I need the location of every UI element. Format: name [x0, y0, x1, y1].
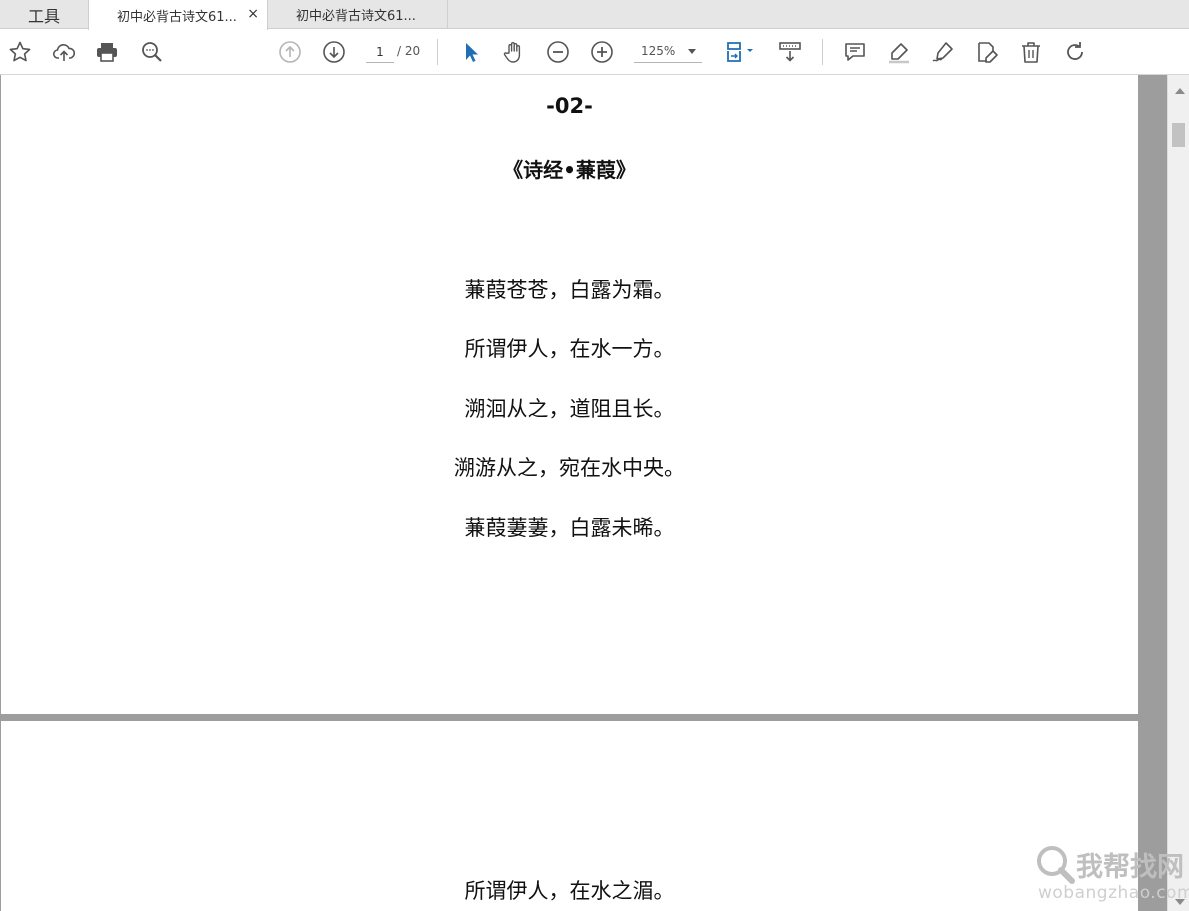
page-total: / 20 — [397, 44, 421, 58]
previous-page-icon[interactable] — [276, 38, 304, 66]
poem-verse: 溯洄从之，道阻且长。 — [464, 397, 675, 421]
tab-bar: 工具 初中必背古诗文61... × 初中必背古诗文61... — [0, 0, 1189, 30]
tab-document-second[interactable]: 初中必背古诗文61... — [268, 0, 448, 29]
next-page-icon[interactable] — [320, 38, 348, 66]
fit-page-icon[interactable] — [722, 38, 758, 66]
trash-icon[interactable] — [1017, 38, 1045, 66]
watermark-cn: 我帮找网 — [1076, 852, 1184, 883]
poem-verse: 所谓伊人，在水一方。 — [464, 337, 675, 361]
tab-label: 初中必背古诗文61... — [296, 9, 416, 24]
poem-title: 《诗经•蒹葭》 — [503, 158, 636, 182]
toolbar-divider — [822, 39, 823, 65]
page-number-input[interactable] — [366, 41, 394, 63]
chevron-down-icon — [688, 49, 696, 54]
zoom-select[interactable]: 125% — [634, 41, 702, 63]
magnifier-watermark-icon — [1037, 846, 1075, 884]
poem-verse: 蒹葭萋萋，白露未晞。 — [464, 516, 675, 540]
edit-document-icon[interactable] — [973, 38, 1001, 66]
document-page: 所谓伊人，在水之湄。 — [1, 721, 1138, 911]
pen-draw-icon[interactable] — [929, 38, 957, 66]
watermark: 我帮找网 wobangzhao.com — [1034, 843, 1189, 907]
tab-tools[interactable]: 工具 — [0, 0, 88, 29]
document-page: -02- 《诗经•蒹葭》 蒹葭苍苍，白露为霜。 所谓伊人，在水一方。 溯洄从之，… — [1, 75, 1138, 714]
zoom-out-icon[interactable] — [544, 38, 572, 66]
vertical-scrollbar[interactable] — [1167, 75, 1189, 911]
scroll-up-icon[interactable] — [1175, 88, 1185, 94]
page-number-heading: -02- — [546, 94, 593, 118]
highlighter-icon[interactable] — [885, 38, 913, 66]
print-icon[interactable] — [93, 38, 121, 66]
search-zoom-icon[interactable] — [138, 38, 166, 66]
hand-tool-icon[interactable] — [500, 38, 528, 66]
toolbar-divider — [437, 39, 438, 65]
tab-label: 初中必背古诗文61... — [117, 9, 237, 25]
watermark-en: wobangzhao.com — [1038, 883, 1189, 903]
poem-verse: 蒹葭苍苍，白露为霜。 — [464, 278, 675, 302]
rotate-icon[interactable] — [1061, 38, 1089, 66]
poem-verse: 所谓伊人，在水之湄。 — [464, 879, 675, 903]
comment-icon[interactable] — [841, 38, 869, 66]
scroll-mode-icon[interactable] — [776, 38, 804, 66]
toolbar: / 20 125% — [0, 30, 1189, 75]
page-gutter — [1138, 75, 1167, 911]
tab-document-active[interactable]: 初中必背古诗文61... × — [88, 0, 268, 30]
close-tab-icon[interactable]: × — [247, 6, 259, 22]
zoom-in-icon[interactable] — [588, 38, 616, 66]
zoom-value: 125% — [641, 44, 676, 58]
scroll-thumb[interactable] — [1172, 123, 1185, 147]
bookmark-star-icon[interactable] — [6, 38, 34, 66]
document-viewport[interactable]: -02- 《诗经•蒹葭》 蒹葭苍苍，白露为霜。 所谓伊人，在水一方。 溯洄从之，… — [0, 75, 1189, 911]
poem-verse: 溯游从之，宛在水中央。 — [454, 456, 685, 480]
select-cursor-icon[interactable] — [456, 38, 484, 66]
cloud-upload-icon[interactable] — [50, 38, 78, 66]
